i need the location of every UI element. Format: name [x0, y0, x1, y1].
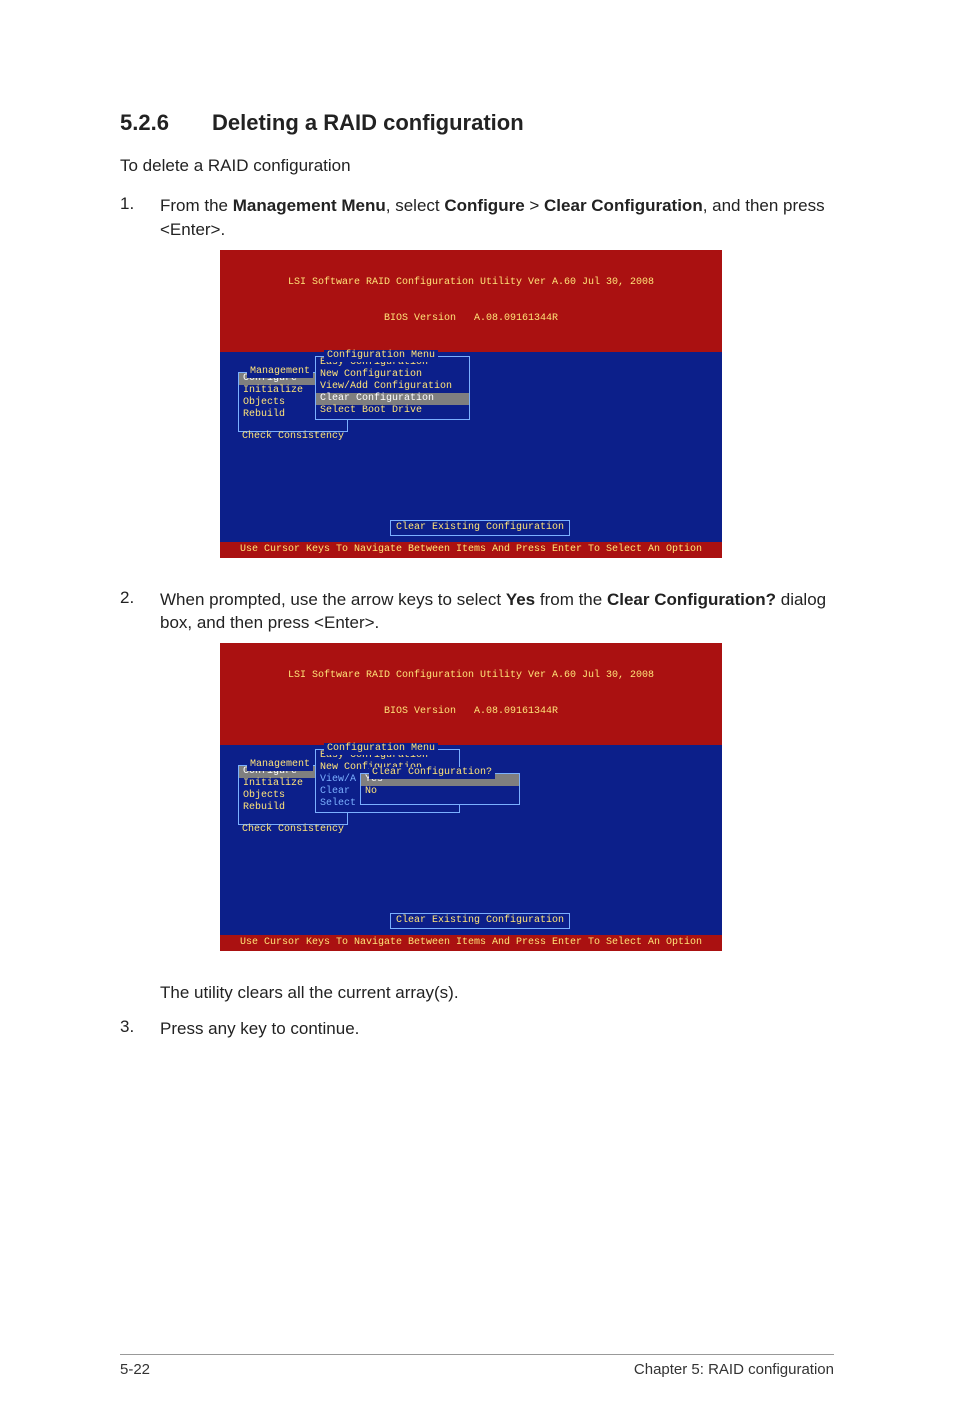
section-number: 5.2.6 — [120, 110, 212, 136]
menu-item-select-boot-drive[interactable]: Select Boot Drive — [316, 405, 469, 417]
bios-body: Management Configure Initialize Objects … — [220, 352, 722, 542]
bios-screenshot-2: LSI Software RAID Configuration Utility … — [220, 643, 722, 951]
bios-footer: Use Cursor Keys To Navigate Between Item… — [220, 542, 722, 558]
bios-header: LSI Software RAID Configuration Utility … — [220, 643, 722, 745]
clear-configuration-dialog-label: Clear Configuration? — [369, 767, 495, 779]
step-body: When prompted, use the arrow keys to sel… — [160, 588, 834, 970]
menu-item-clear-config[interactable]: Clear Configuration — [316, 393, 469, 405]
configuration-menu: Configuration Menu Easy Configuration Ne… — [315, 356, 470, 420]
chapter-title: Chapter 5: RAID configuration — [634, 1361, 834, 1378]
step-body: Press any key to continue. — [160, 1017, 834, 1041]
management-menu-label: Management — [247, 759, 313, 771]
status-box: Clear Existing Configuration — [390, 913, 570, 929]
dialog-no[interactable]: No — [361, 786, 519, 798]
step-2: 2. When prompted, use the arrow keys to … — [120, 588, 834, 970]
configuration-menu-label: Configuration Menu — [324, 743, 438, 755]
configuration-menu-label: Configuration Menu — [324, 350, 438, 362]
step-number: 3. — [120, 1017, 160, 1037]
intro-text: To delete a RAID configuration — [120, 156, 834, 176]
menu-item-check-consistency[interactable]: Check Consistency — [238, 431, 348, 443]
status-box: Clear Existing Configuration — [390, 520, 570, 536]
step-body: The utility clears all the current array… — [160, 981, 834, 1005]
section-title: Deleting a RAID configuration — [212, 110, 524, 135]
management-menu-label: Management — [247, 366, 313, 378]
bios-screenshot-1: LSI Software RAID Configuration Utility … — [220, 250, 722, 558]
section-heading: 5.2.6Deleting a RAID configuration — [120, 110, 834, 136]
step-3: 3. Press any key to continue. — [120, 1017, 834, 1041]
page-number: 5-22 — [120, 1361, 150, 1378]
menu-item-new-config[interactable]: New Configuration — [316, 369, 469, 381]
step-1: 1. From the Management Menu, select Conf… — [120, 194, 834, 576]
clear-configuration-dialog: Clear Configuration? Yes No — [360, 773, 520, 805]
bios-header: LSI Software RAID Configuration Utility … — [220, 250, 722, 352]
page-footer: 5-22 Chapter 5: RAID configuration — [120, 1354, 834, 1378]
bios-footer: Use Cursor Keys To Navigate Between Item… — [220, 935, 722, 951]
step-number: 2. — [120, 588, 160, 608]
menu-item-viewadd-config[interactable]: View/Add Configuration — [316, 381, 469, 393]
step-body: From the Management Menu, select Configu… — [160, 194, 834, 576]
steps-list: 1. From the Management Menu, select Conf… — [120, 194, 834, 1041]
bios-body: Management Configure Initialize Objects … — [220, 745, 722, 935]
page: 5.2.6Deleting a RAID configuration To de… — [0, 0, 954, 1418]
step-number: 1. — [120, 194, 160, 214]
step-result: The utility clears all the current array… — [120, 981, 834, 1005]
menu-item-check-consistency[interactable]: Check Consistency — [238, 824, 348, 836]
